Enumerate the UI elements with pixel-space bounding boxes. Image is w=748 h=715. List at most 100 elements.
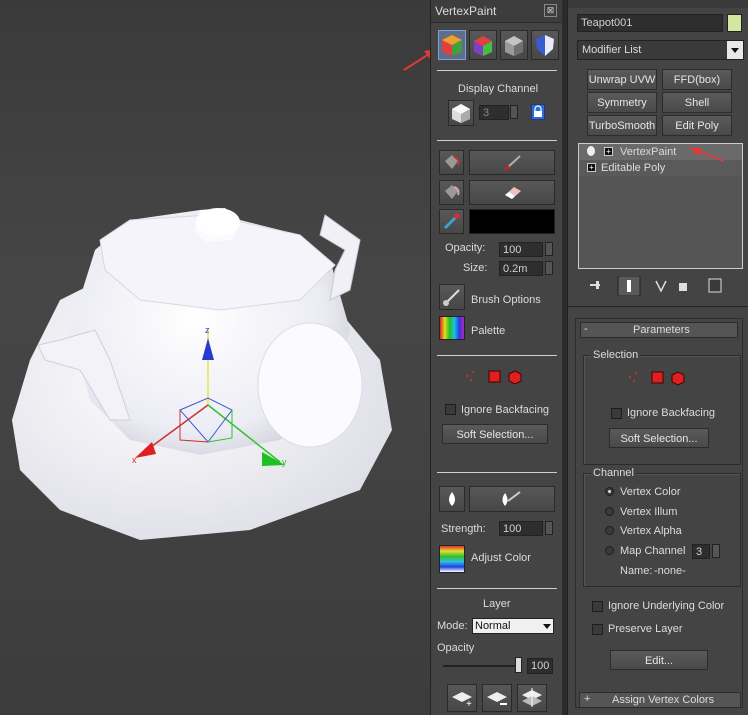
close-button[interactable]: ⊠ xyxy=(544,4,557,17)
object-name-field[interactable]: Teapot001 xyxy=(577,14,723,32)
stack-item-label: Editable Poly xyxy=(601,162,666,174)
delete-layer-button[interactable] xyxy=(482,684,512,712)
add-layer-icon: + xyxy=(452,692,472,710)
paint-color-swatch[interactable] xyxy=(469,209,555,234)
brush-options-button[interactable] xyxy=(439,284,465,310)
stack-item-label: VertexPaint xyxy=(620,146,677,158)
eraser-icon xyxy=(505,187,521,199)
vertex-alpha-radio[interactable] xyxy=(605,526,614,535)
svg-text:y: y xyxy=(282,457,287,467)
paint-bucket-icon xyxy=(445,155,460,169)
soft-selection-button[interactable]: Soft Selection... xyxy=(609,428,709,448)
map-channel-radio[interactable] xyxy=(605,546,614,555)
paint-brush-button[interactable] xyxy=(469,150,555,175)
new-layer-button[interactable]: + xyxy=(447,684,477,712)
strength-spinner[interactable] xyxy=(545,521,553,535)
parameters-rollout-header[interactable]: - Parameters xyxy=(580,322,738,338)
opacity-label: Opacity: xyxy=(445,242,486,254)
display-channel-button[interactable] xyxy=(448,100,474,126)
color-picker-button[interactable] xyxy=(439,209,464,234)
condense-layers-button[interactable] xyxy=(517,684,547,712)
stack-toolbar[interactable] xyxy=(584,276,742,296)
ignore-backfacing-checkbox[interactable] xyxy=(611,408,622,419)
lock-channel-button[interactable] xyxy=(531,104,545,120)
brush-icon xyxy=(503,155,521,171)
remove-layer-icon xyxy=(487,692,507,705)
layer-opacity-track[interactable] xyxy=(443,665,517,667)
ignore-backfacing-label: Ignore Backfacing xyxy=(461,404,550,416)
name-label: Name: xyxy=(620,565,653,577)
size-label: Size: xyxy=(463,262,488,274)
opacity-spinner[interactable] xyxy=(545,242,553,256)
modifier-list-dropdown[interactable]: Modifier List xyxy=(577,40,744,60)
layer-opacity-field[interactable]: 100 xyxy=(527,658,553,674)
eraser-button[interactable] xyxy=(469,180,555,205)
vertex-illum-label: Vertex Illum xyxy=(620,506,678,518)
paint-cube-icon xyxy=(442,35,462,56)
viewport[interactable]: z x y xyxy=(0,0,430,715)
selection-level-icons[interactable] xyxy=(463,368,527,386)
selection-level-icons[interactable] xyxy=(626,369,690,387)
mode-dropdown[interactable]: Normal xyxy=(472,618,554,634)
preserve-layer-label: Preserve Layer xyxy=(608,623,683,635)
lock-icon xyxy=(534,105,542,117)
edit-button[interactable]: Edit... xyxy=(610,650,708,670)
white-cube-icon xyxy=(452,104,470,123)
map-channel-field[interactable]: 3 xyxy=(692,544,710,559)
vertex-paint-mode-button[interactable] xyxy=(438,30,466,60)
vertex-color-radio[interactable] xyxy=(605,487,614,496)
expand-icon[interactable]: + xyxy=(604,147,613,156)
object-color-swatch[interactable] xyxy=(727,14,742,32)
assign-vertex-colors-rollout[interactable]: + Assign Vertex Colors xyxy=(579,692,741,708)
palette-label: Palette xyxy=(471,325,506,337)
layer-opacity-slider[interactable] xyxy=(515,657,522,673)
display-channel-spinner[interactable] xyxy=(510,105,518,119)
drop-icon xyxy=(449,492,455,506)
divider xyxy=(437,355,557,356)
map-channel-spinner[interactable] xyxy=(712,544,720,558)
vertex-color-display-button[interactable] xyxy=(469,30,497,60)
unwrap-uvw-button[interactable]: Unwrap UVW xyxy=(587,69,657,90)
modifier-list-label: Modifier List xyxy=(582,44,642,56)
palette-icon[interactable] xyxy=(439,316,465,340)
adjust-color-icon[interactable] xyxy=(439,545,465,573)
strength-field[interactable]: 100 xyxy=(499,521,543,536)
turbosmooth-button[interactable]: TurboSmooth xyxy=(587,115,657,136)
divider xyxy=(437,472,557,473)
erase-bucket-button[interactable] xyxy=(439,180,464,205)
command-tabs-strip[interactable] xyxy=(568,0,748,8)
size-field[interactable]: 0.2m xyxy=(499,261,543,276)
parameters-title: Parameters xyxy=(633,324,690,336)
vertexpaint-titlebar[interactable]: VertexPaint ⊠ xyxy=(431,0,563,23)
eyedropper-icon xyxy=(443,213,460,230)
map-channel-label: Map Channel xyxy=(620,545,686,557)
brush-options-icon xyxy=(443,289,460,306)
brush-options-label: Brush Options xyxy=(471,294,541,306)
teapot-scene[interactable]: z x y xyxy=(0,0,430,715)
vertex-color-label: Vertex Color xyxy=(620,486,681,498)
opacity-field[interactable]: 100 xyxy=(499,242,543,257)
gray-cube-icon xyxy=(505,36,523,56)
size-spinner[interactable] xyxy=(545,261,553,275)
chevron-down-icon xyxy=(731,48,739,53)
edit-poly-button[interactable]: Edit Poly xyxy=(662,115,732,136)
disable-texture-button[interactable] xyxy=(531,30,559,60)
lightbulb-icon[interactable] xyxy=(587,146,595,156)
display-channel-field[interactable]: 3 xyxy=(479,105,509,120)
ignore-underlying-color-checkbox[interactable] xyxy=(592,601,603,612)
make-unique-icon xyxy=(655,280,667,293)
ignore-backfacing-checkbox[interactable] xyxy=(445,404,456,415)
soft-selection-button[interactable]: Soft Selection... xyxy=(442,424,548,444)
shaded-display-button[interactable] xyxy=(500,30,528,60)
color-cube-icon xyxy=(474,36,492,56)
ffd-box-button[interactable]: FFD(box) xyxy=(662,69,732,90)
expand-icon[interactable]: + xyxy=(587,163,596,172)
blur-brush-button[interactable] xyxy=(469,486,555,512)
blur-drop-button[interactable] xyxy=(439,486,465,512)
vertex-illum-radio[interactable] xyxy=(605,507,614,516)
symmetry-button[interactable]: Symmetry xyxy=(587,92,657,113)
paint-bucket-button[interactable] xyxy=(439,150,464,175)
preserve-layer-checkbox[interactable] xyxy=(592,624,603,635)
configure-sets-icon xyxy=(708,278,722,293)
shell-button[interactable]: Shell xyxy=(662,92,732,113)
